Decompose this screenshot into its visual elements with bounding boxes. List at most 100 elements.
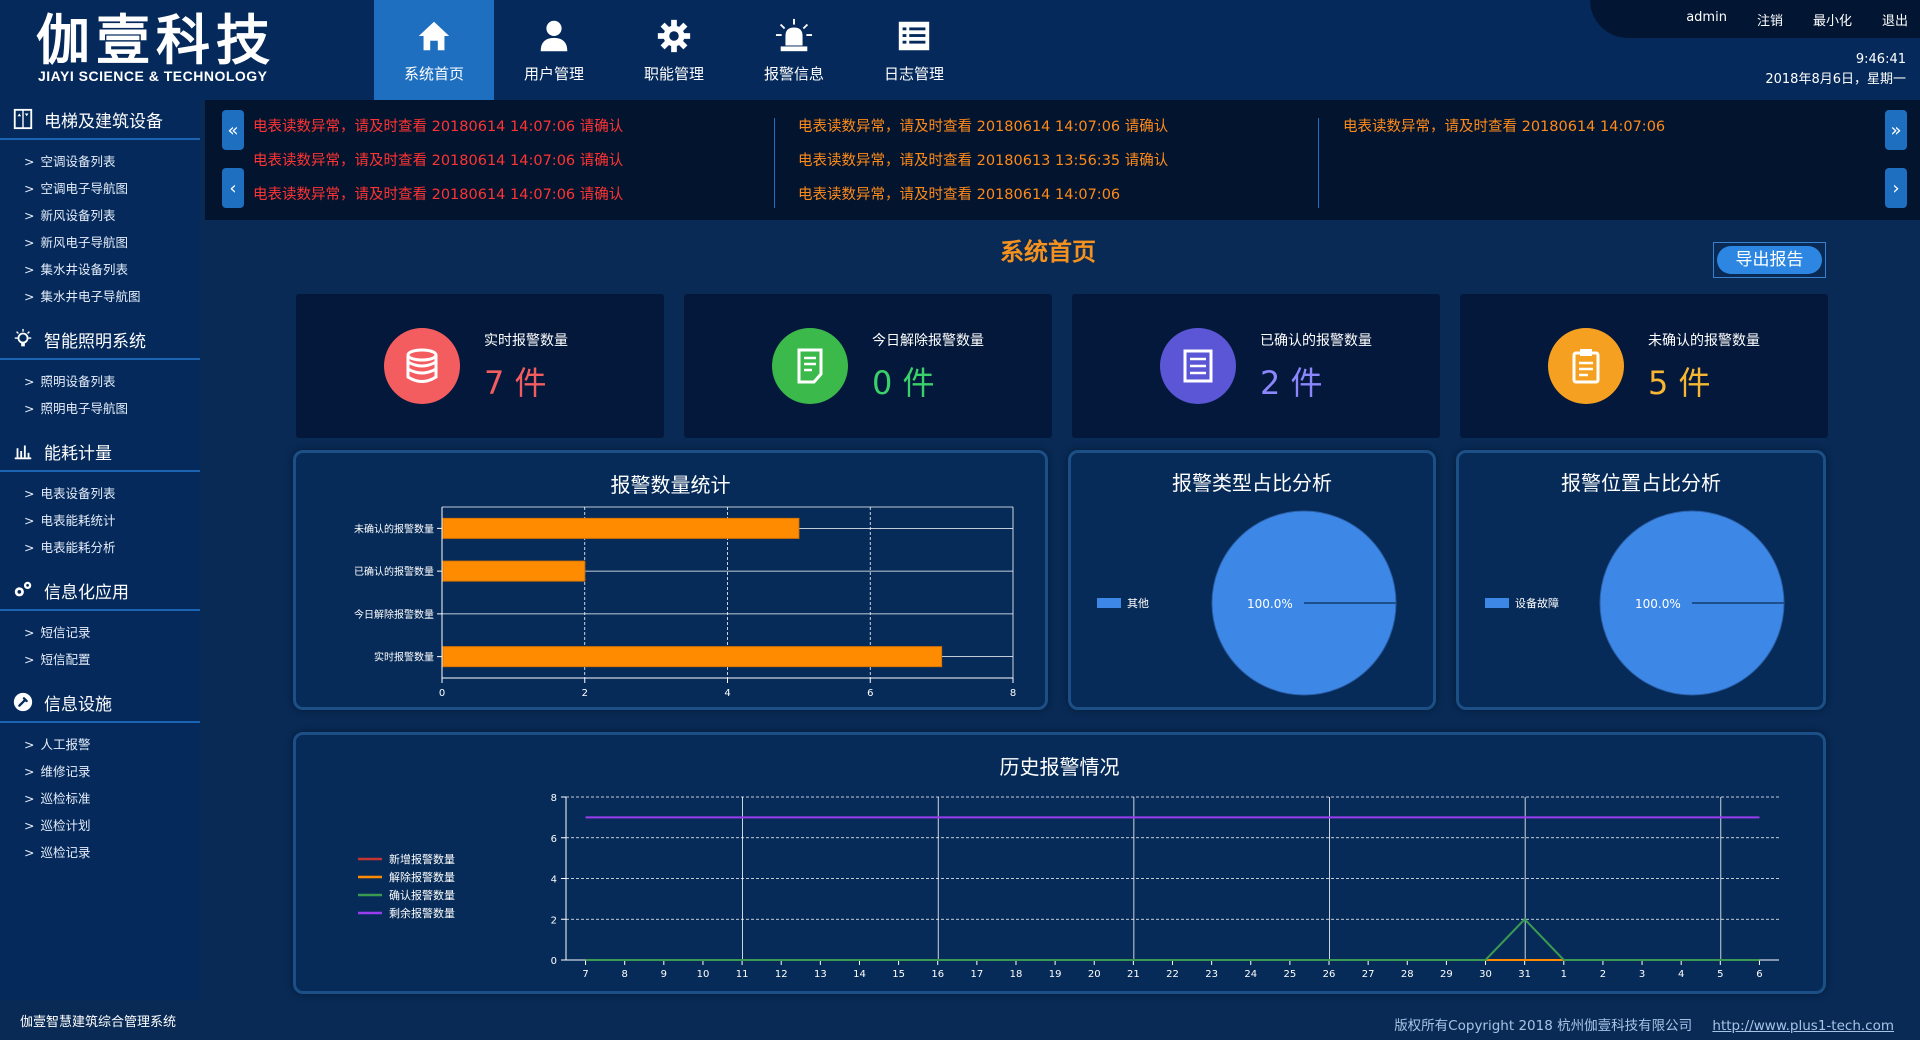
legend-label: 解除报警数量: [389, 870, 455, 884]
gear-icon: [657, 19, 691, 52]
nav-home[interactable]: 系统首页: [374, 0, 494, 100]
sidebar-item-ac-map[interactable]: 空调电子导航图: [24, 175, 200, 202]
sidebar-item-meter-stats[interactable]: 电表能耗统计: [24, 507, 200, 534]
username: admin: [1686, 10, 1727, 25]
y-tick-label: 8: [551, 793, 557, 804]
sidebar-group-facilities: 信息设施 人工报警 维修记录 巡检标准 巡检计划 巡检记录: [0, 683, 200, 872]
ticker-message[interactable]: 电表读数异常，请及时查看 20180614 14:07:06 请确认: [253, 144, 623, 178]
chevron-right-icon: ›: [1892, 177, 1900, 199]
home-icon: [418, 21, 450, 50]
nav-function-management[interactable]: 职能管理: [614, 0, 734, 100]
legend-label: 设备故障: [1515, 596, 1559, 610]
export-report-button[interactable]: 导出报告: [1713, 242, 1826, 278]
sidebar-group-energy: 能耗计量 电表设备列表 电表能耗统计 电表能耗分析: [0, 432, 200, 567]
exit-link[interactable]: 退出: [1882, 10, 1908, 29]
x-tick-label: 11: [736, 969, 749, 980]
y-tick-label: 今日解除报警数量: [354, 608, 434, 621]
sidebar-item-lighting-list[interactable]: 照明设备列表: [24, 368, 200, 395]
sidebar-group-header[interactable]: 电梯及建筑设备: [0, 100, 200, 140]
y-tick-label: 未确认的报警数量: [354, 522, 434, 535]
alarm-history-line-chart: 024687 8 9 10 11 12 13 14 15 16 17 18 19 20 21 22 23 24 25…: [358, 793, 1779, 980]
legend-swatch: [1485, 598, 1509, 608]
nav-log-management[interactable]: 日志管理: [854, 0, 974, 100]
x-tick-label: 17: [970, 969, 983, 980]
chevron-left-icon: ‹: [229, 177, 237, 199]
nav-user-management[interactable]: 用户管理: [494, 0, 614, 100]
card-icon-circle: [772, 328, 848, 404]
sidebar-item-meter-analysis[interactable]: 电表能耗分析: [24, 534, 200, 561]
x-tick-label: 23: [1205, 969, 1218, 980]
ticker-message[interactable]: 电表读数异常，请及时查看 20180614 14:07:06 请确认: [253, 110, 623, 144]
sidebar-group-header[interactable]: 能耗计量: [0, 432, 200, 472]
x-tick-label: 8: [622, 969, 628, 980]
x-tick-label: 4: [724, 688, 730, 699]
nav-label: 日志管理: [883, 64, 944, 83]
ticker-divider: [774, 118, 775, 208]
sidebar-item-meter-list[interactable]: 电表设备列表: [24, 480, 200, 507]
double-chevron-left-icon: «: [227, 119, 239, 141]
x-tick-label: 16: [931, 969, 944, 980]
sidebar-item-fresh-air-map[interactable]: 新风电子导航图: [24, 229, 200, 256]
sidebar-item-inspection-standard[interactable]: 巡检标准: [24, 785, 200, 812]
bar-chart-icon: [14, 445, 32, 460]
x-tick-label: 3: [1639, 969, 1645, 980]
sidebar-item-sms-records[interactable]: 短信记录: [24, 619, 200, 646]
x-tick-label: 0: [439, 688, 445, 699]
list-icon: [898, 21, 930, 50]
x-tick-label: 31: [1518, 969, 1531, 980]
sidebar-group-header[interactable]: 信息设施: [0, 683, 200, 723]
ticker-message[interactable]: 电表读数异常，请及时查看 20180614 14:07:06: [1343, 110, 1665, 144]
stat-label: 未确认的报警数量: [1648, 333, 1760, 349]
first-page-button[interactable]: «: [222, 110, 244, 150]
sidebar-item-repair-records[interactable]: 维修记录: [24, 758, 200, 785]
list-doc-icon: [1183, 349, 1213, 383]
bulb-icon: [14, 328, 32, 347]
elevator-icon: [13, 108, 33, 130]
legend-label: 确认报警数量: [389, 888, 455, 902]
clock-date: 2018年8月6日，星期一: [1765, 72, 1906, 87]
company-link[interactable]: http://www.plus1-tech.com: [1712, 1018, 1894, 1034]
last-page-button[interactable]: »: [1885, 110, 1907, 150]
logout-link[interactable]: 注销: [1757, 10, 1783, 29]
nav-alarm-info[interactable]: 报警信息: [734, 0, 854, 100]
sidebar-item-sms-config[interactable]: 短信配置: [24, 646, 200, 673]
x-tick-label: 28: [1401, 969, 1414, 980]
ticker-message[interactable]: 电表读数异常，请及时查看 20180614 14:07:06 请确认: [253, 178, 623, 212]
x-tick-label: 1: [1561, 969, 1567, 980]
pie-slice-label: 100.0%: [1635, 597, 1681, 611]
ticker-message[interactable]: 电表读数异常，请及时查看 20180614 14:07:06: [798, 178, 1168, 212]
x-tick-label: 10: [697, 969, 710, 980]
sidebar-group-title: 电梯及建筑设备: [44, 111, 163, 132]
next-page-button[interactable]: ›: [1885, 168, 1907, 208]
copyright-text: 版权所有Copyright 2018 杭州伽壹科技有限公司: [1394, 1018, 1693, 1034]
sidebar-item-ac-list[interactable]: 空调设备列表: [24, 148, 200, 175]
alarm-siren-icon: [775, 18, 813, 51]
sidebar-item-inspection-plan[interactable]: 巡检计划: [24, 812, 200, 839]
x-tick-label: 13: [814, 969, 827, 980]
x-tick-label: 6: [867, 688, 873, 699]
sidebar-group-elevator: 电梯及建筑设备 空调设备列表 空调电子导航图 新风设备列表 新风电子导航图 集水…: [0, 100, 200, 316]
clock: 9:46:41 2018年8月6日，星期一: [1765, 50, 1906, 90]
alarm-type-pie-chart: 100.0% 其他: [1097, 510, 1397, 696]
minimize-link[interactable]: 最小化: [1813, 10, 1852, 29]
legend-label: 新增报警数量: [389, 852, 455, 866]
prev-page-button[interactable]: ‹: [222, 168, 244, 208]
sidebar-group-header[interactable]: 信息化应用: [0, 571, 200, 611]
x-tick-label: 9: [661, 969, 667, 980]
sidebar-item-manual-alarm[interactable]: 人工报警: [24, 731, 200, 758]
sidebar-group-header[interactable]: 智能照明系统: [0, 320, 200, 360]
logo-subtitle: JIAYI SCIENCE & TECHNOLOGY: [38, 68, 268, 84]
x-tick-label: 26: [1323, 969, 1336, 980]
sidebar-item-sump-list[interactable]: 集水井设备列表: [24, 256, 200, 283]
ticker-message[interactable]: 电表读数异常，请及时查看 20180613 13:56:35 请确认: [798, 144, 1168, 178]
sidebar-item-sump-map[interactable]: 集水井电子导航图: [24, 283, 200, 310]
sidebar-item-lighting-map[interactable]: 照明电子导航图: [24, 395, 200, 422]
nav-label: 职能管理: [643, 64, 704, 83]
sidebar-item-fresh-air-list[interactable]: 新风设备列表: [24, 202, 200, 229]
ticker-column-2: 电表读数异常，请及时查看 20180614 14:07:06 请确认 电表读数异…: [798, 110, 1168, 212]
ticker-message[interactable]: 电表读数异常，请及时查看 20180614 14:07:06 请确认: [798, 110, 1168, 144]
export-report-label: 导出报告: [1717, 246, 1822, 274]
sidebar-group-title: 信息设施: [44, 694, 112, 715]
alarm-history-panel: 历史报警情况 0 2 4 6 8 7 8 9 10 11 12 13 14 15 16 17 18 19 20 21 2…: [293, 732, 1826, 994]
sidebar-item-inspection-records[interactable]: 巡检记录: [24, 839, 200, 866]
